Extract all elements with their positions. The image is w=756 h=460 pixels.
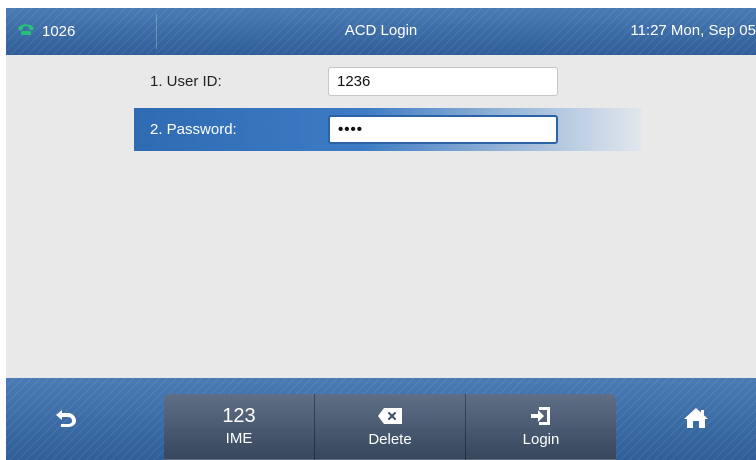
user-id-label: 1. User ID: [150, 73, 222, 90]
ime-label: IME [225, 430, 253, 447]
softkey-group: 123 IME Delete Login [164, 394, 616, 460]
status-bar: 1026 ACD Login 11:27 Mon, Sep 05 [6, 8, 756, 55]
user-id-row[interactable]: 1. User ID: 1236 [134, 60, 642, 103]
phone-screen: 1026 ACD Login 11:27 Mon, Sep 05 1. User… [6, 8, 756, 460]
ime-softkey[interactable]: 123 IME [164, 394, 315, 460]
password-field[interactable]: •••• [328, 115, 558, 144]
login-softkey[interactable]: Login [466, 394, 616, 460]
login-label: Login [522, 431, 560, 448]
user-id-field[interactable]: 1236 [328, 67, 558, 96]
back-button[interactable] [46, 406, 86, 434]
delete-label: Delete [368, 431, 412, 448]
password-label: 2. Password: [150, 121, 237, 138]
password-row[interactable]: 2. Password: •••• [134, 108, 642, 151]
back-arrow-icon [55, 408, 77, 433]
home-icon [683, 407, 709, 434]
softkey-bar: 123 IME Delete Login [6, 378, 756, 460]
login-icon [530, 404, 552, 428]
form-area: 1. User ID: 1236 2. Password: •••• [6, 55, 756, 378]
backspace-icon [377, 404, 403, 428]
delete-softkey[interactable]: Delete [315, 394, 466, 460]
clock: 11:27 Mon, Sep 05 [630, 22, 756, 39]
ime-mode: 123 [222, 405, 256, 427]
home-button[interactable] [676, 406, 716, 434]
